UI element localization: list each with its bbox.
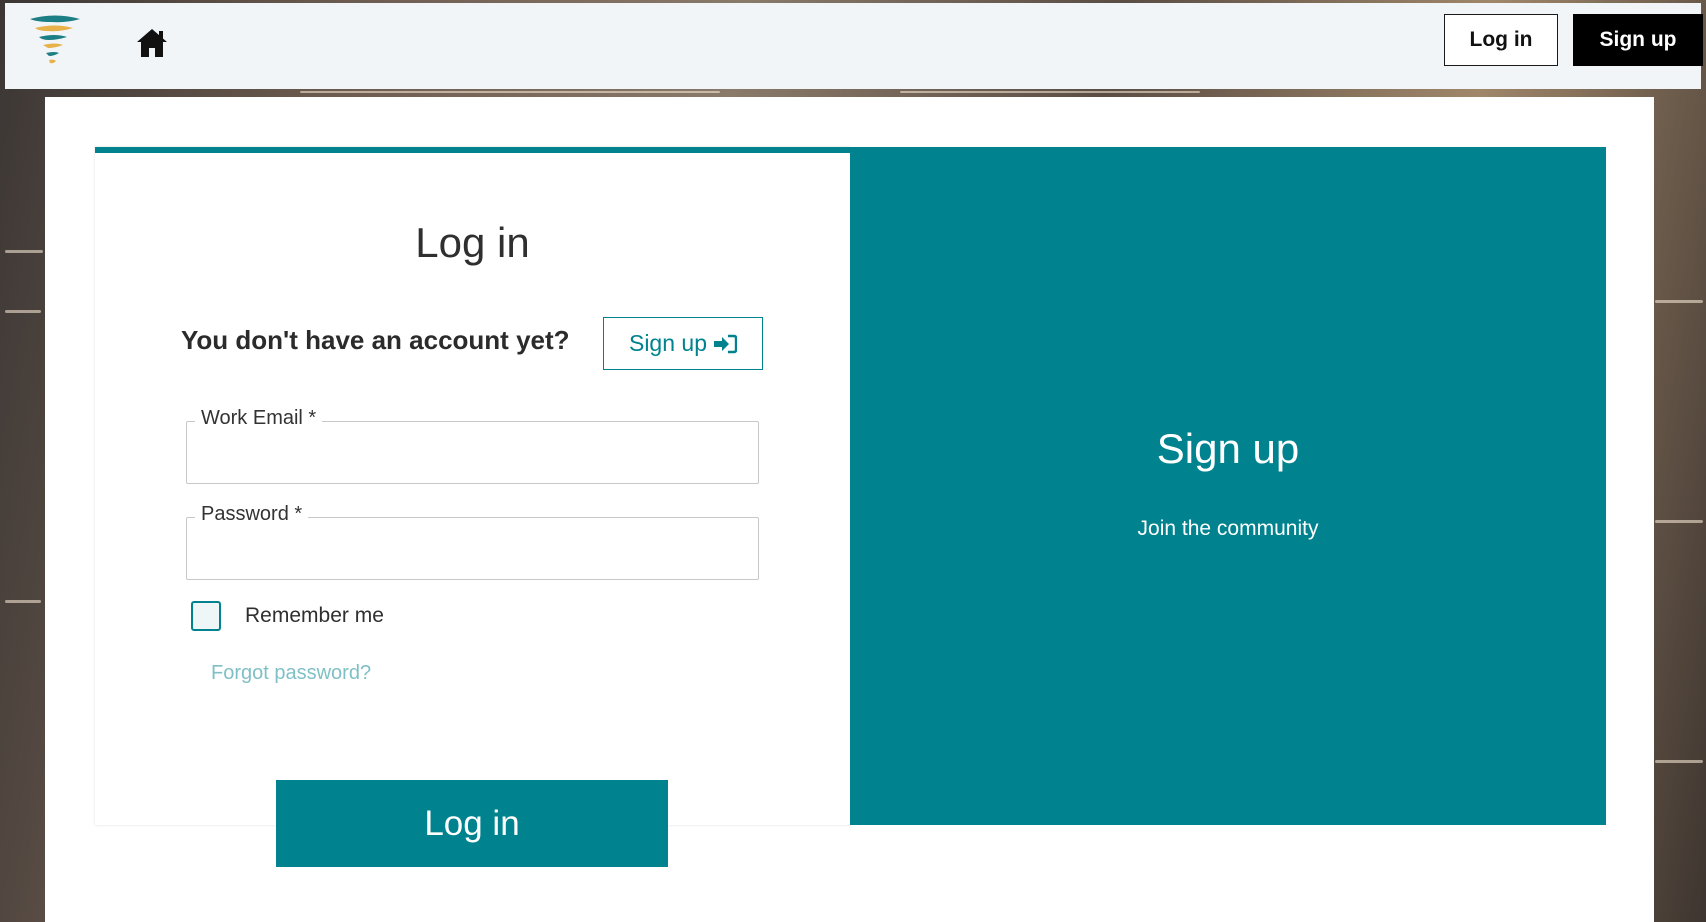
background-streak bbox=[5, 310, 41, 313]
forgot-password-link[interactable]: Forgot password? bbox=[211, 662, 371, 685]
signup-subtitle: Join the community bbox=[1137, 517, 1319, 540]
header-login-button[interactable]: Log in bbox=[1444, 14, 1558, 66]
page: Log in Sign up Log in You don't have an … bbox=[0, 0, 1706, 922]
header-signup-button[interactable]: Sign up bbox=[1573, 14, 1703, 66]
background-streak bbox=[5, 600, 41, 603]
inline-signup-label: Sign up bbox=[628, 330, 707, 356]
signup-title: Sign up bbox=[1156, 425, 1300, 472]
email-input[interactable] bbox=[187, 422, 758, 483]
background-streak bbox=[1655, 300, 1703, 303]
inline-signup-button[interactable]: Sign up bbox=[603, 317, 763, 370]
top-navbar: Log in Sign up bbox=[5, 3, 1703, 89]
login-title: Log in bbox=[415, 219, 530, 266]
home-icon[interactable] bbox=[135, 27, 169, 59]
tornado-logo-icon[interactable] bbox=[27, 13, 83, 69]
background-streak bbox=[300, 91, 720, 93]
background-streak bbox=[900, 91, 1200, 93]
remember-me-checkbox[interactable] bbox=[191, 601, 221, 631]
sign-in-arrow-icon bbox=[714, 334, 737, 353]
password-input[interactable] bbox=[187, 518, 758, 579]
password-field[interactable]: Password * bbox=[186, 503, 759, 580]
email-label: Work Email * bbox=[195, 407, 323, 430]
login-panel: Log in You don't have an account yet? Si… bbox=[95, 147, 850, 825]
remember-me-label: Remember me bbox=[245, 604, 384, 627]
password-label: Password * bbox=[195, 503, 309, 526]
email-field[interactable]: Work Email * bbox=[186, 407, 759, 484]
background-streak bbox=[1655, 520, 1703, 523]
no-account-text: You don't have an account yet? bbox=[181, 325, 570, 355]
signup-panel: Sign up Join the community bbox=[850, 147, 1606, 825]
background-streak bbox=[5, 250, 43, 253]
background-streak bbox=[1655, 760, 1703, 763]
login-submit-button[interactable]: Log in bbox=[276, 780, 668, 867]
remember-me-row: Remember me bbox=[191, 601, 384, 631]
auth-card: Log in You don't have an account yet? Si… bbox=[45, 97, 1654, 922]
